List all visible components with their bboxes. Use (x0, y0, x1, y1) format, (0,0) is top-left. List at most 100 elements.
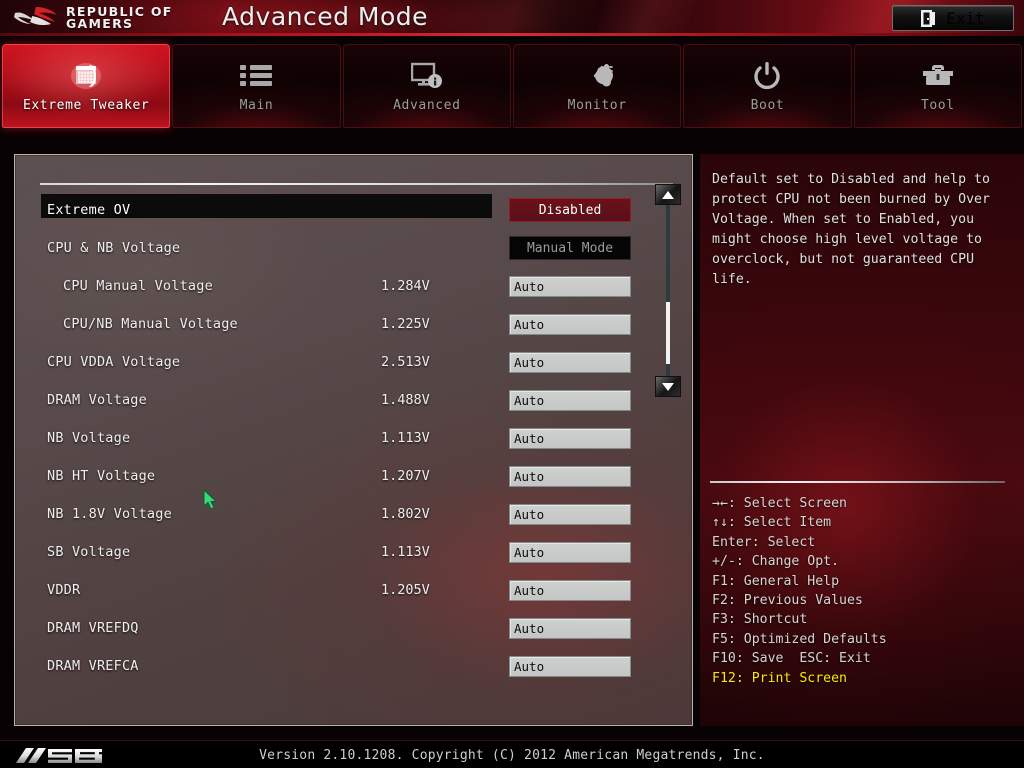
tab-label: Advanced (393, 98, 461, 113)
help-description: Default set to Disabled and help to prot… (712, 172, 990, 287)
setting-label: DRAM Voltage (47, 392, 147, 408)
key-legend: →←: Select Screen ↑↓: Select Item Enter: S… (712, 494, 1012, 688)
setting-label: CPU VDDA Voltage (47, 354, 181, 370)
setting-label: NB 1.8V Voltage (47, 506, 172, 522)
setting-measured-value: 1.205V (381, 582, 430, 598)
setting-measured-value: 1.113V (381, 430, 430, 446)
setting-value-input[interactable]: Auto (509, 389, 631, 411)
tab-label: Boot (750, 98, 785, 113)
scroll-up-arrow-icon[interactable] (655, 184, 681, 205)
exit-door-icon (921, 9, 936, 27)
setting-value-select[interactable]: Manual Mode (509, 236, 631, 260)
page-title: Advanced Mode (222, 2, 429, 31)
app-header: REPUBLIC OF GAMERS Advanced Mode Exit (0, 0, 1024, 36)
setting-measured-value: 2.513V (381, 354, 430, 370)
exit-button-label: Exit (946, 8, 985, 28)
footer-version-text: Version 2.10.1208. Copyright (C) 2012 Am… (259, 748, 765, 763)
legend-line: F3: Shortcut (712, 612, 808, 628)
monitor-info-icon (410, 56, 443, 96)
setting-measured-value: 1.284V (381, 278, 430, 294)
setting-label: VDDR (47, 582, 81, 598)
scroll-down-arrow-icon[interactable] (655, 376, 681, 397)
setting-value-input[interactable]: Auto (509, 617, 631, 639)
setting-value-input[interactable]: Auto (509, 465, 631, 487)
setting-row[interactable]: NB 1.8V Voltage 1.802V Auto (15, 495, 694, 533)
setting-measured-value: 1.488V (381, 392, 430, 408)
setting-row[interactable]: CPU VDDA Voltage 2.513V Auto (15, 343, 694, 381)
setting-row[interactable]: CPU & NB Voltage Manual Mode (15, 229, 694, 267)
setting-label: NB HT Voltage (47, 468, 156, 484)
setting-row[interactable]: VDDR 1.205V Auto (15, 571, 694, 609)
list-icon (240, 56, 273, 96)
tab-extreme-tweaker[interactable]: Extreme Tweaker (2, 44, 171, 128)
legend-line: +/-: Change Opt. (712, 554, 840, 570)
setting-label: NB Voltage (47, 430, 131, 446)
header-streak (590, 0, 700, 36)
setting-row[interactable]: SB Voltage 1.113V Auto (15, 533, 694, 571)
toolbox-icon (922, 56, 954, 96)
settings-list: Extreme OV Disabled CPU & NB Voltage Manual… (15, 191, 694, 685)
nav-tabs: Extreme Tweaker Main Advanced Monitor Bo… (0, 44, 1024, 128)
tab-label: Extreme Tweaker (22, 98, 150, 113)
tab-label: Main (239, 98, 274, 113)
scrollbar-thumb[interactable] (666, 302, 670, 364)
setting-label: CPU/NB Manual Voltage (63, 316, 238, 332)
header-streak (420, 0, 600, 36)
setting-value-input[interactable]: Auto (509, 503, 631, 525)
legend-line: Enter: Select (712, 534, 816, 550)
cpu-chip-icon (67, 56, 105, 96)
legend-line: F1: General Help (712, 573, 840, 589)
rog-eye-logo-icon (14, 7, 57, 26)
rog-wordmark-line2: GAMERS (66, 16, 134, 31)
legend-line: F10: Save ESC: Exit (712, 651, 871, 667)
tab-label: Monitor (567, 98, 627, 113)
setting-label: Extreme OV (47, 202, 131, 218)
tab-boot[interactable]: Boot (683, 44, 852, 128)
setting-label: SB Voltage (47, 544, 131, 560)
legend-line: F5: Optimized Defaults (712, 631, 887, 647)
setting-row[interactable]: DRAM VREFDQ Auto (15, 609, 694, 647)
setting-value-input[interactable]: Auto (509, 427, 631, 449)
setting-label: DRAM VREFCA (47, 658, 139, 674)
tab-monitor[interactable]: Monitor (512, 44, 682, 128)
settings-panel: Extreme OV Disabled CPU & NB Voltage Manual… (14, 154, 693, 726)
legend-line: F2: Previous Values (712, 593, 863, 609)
footer-bar: Version 2.10.1208. Copyright (C) 2012 Am… (0, 740, 1024, 768)
tab-tool[interactable]: Tool (853, 44, 1022, 128)
setting-value-input[interactable]: Auto (509, 655, 631, 677)
legend-line: F12: Print Screen (712, 670, 847, 686)
setting-measured-value: 1.113V (381, 544, 430, 560)
setting-measured-value: 1.802V (381, 506, 430, 522)
rog-wordmark: REPUBLIC OF GAMERS (66, 5, 173, 31)
setting-row[interactable]: NB HT Voltage 1.207V Auto (15, 457, 694, 495)
setting-row[interactable]: DRAM Voltage 1.488V Auto (15, 381, 694, 419)
power-icon (752, 56, 782, 96)
setting-row[interactable]: Extreme OV Disabled (15, 191, 694, 229)
panel-divider (40, 183, 673, 185)
setting-value-input[interactable]: Auto (509, 541, 631, 563)
setting-value-input[interactable]: Auto (509, 313, 631, 335)
help-divider (710, 481, 1005, 483)
legend-line: →←: Select Screen (712, 496, 847, 511)
setting-value-select[interactable]: Disabled (509, 198, 631, 222)
tab-main[interactable]: Main (172, 44, 341, 128)
exit-button[interactable]: Exit (892, 5, 1014, 31)
setting-label: CPU Manual Voltage (63, 278, 213, 294)
setting-row[interactable]: NB Voltage 1.113V Auto (15, 419, 694, 457)
setting-measured-value: 1.225V (381, 316, 430, 332)
setting-row[interactable]: CPU/NB Manual Voltage 1.225V Auto (15, 305, 694, 343)
setting-measured-value: 1.207V (381, 468, 430, 484)
gauge-thermometer-icon (581, 56, 614, 96)
setting-value-input[interactable]: Auto (509, 579, 631, 601)
legend-line: ↑↓: Select Item (712, 515, 832, 531)
setting-value-input[interactable]: Auto (509, 351, 631, 373)
rog-logo: REPUBLIC OF GAMERS (12, 3, 173, 33)
setting-row[interactable]: DRAM VREFCA Auto (15, 647, 694, 685)
setting-label: DRAM VREFDQ (47, 620, 139, 636)
setting-row[interactable]: CPU Manual Voltage 1.284V Auto (15, 267, 694, 305)
bios-screen: REPUBLIC OF GAMERS Advanced Mode Exit Ex… (0, 0, 1024, 768)
setting-value-input[interactable]: Auto (509, 275, 631, 297)
tab-advanced[interactable]: Advanced (342, 44, 511, 128)
settings-scrollbar[interactable] (655, 184, 681, 558)
tab-label: Tool (920, 98, 955, 113)
